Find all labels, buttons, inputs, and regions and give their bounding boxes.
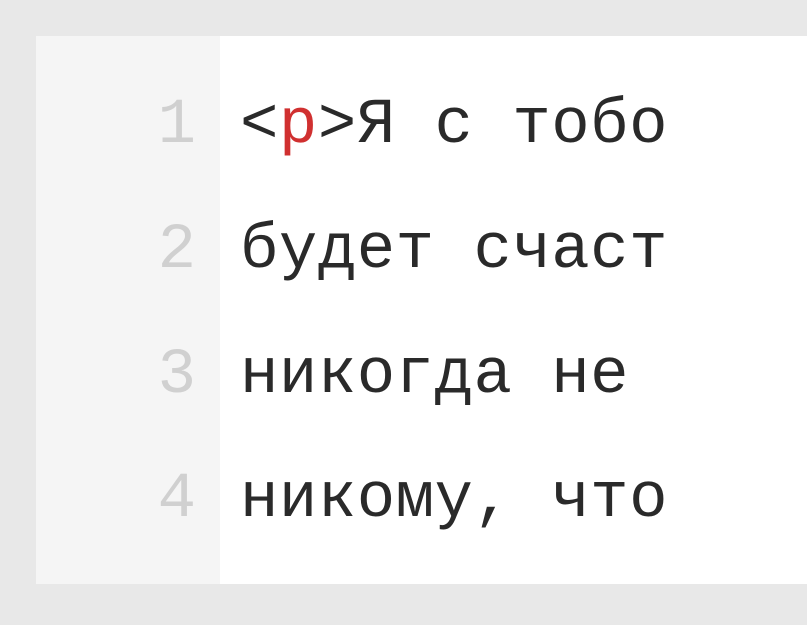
code-text: никому, что: [240, 464, 668, 536]
line-number: 1: [36, 64, 220, 189]
line-number: 2: [36, 189, 220, 314]
code-editor: 1 2 3 4 <p>Я с тобо будет счаст никогда …: [36, 36, 807, 584]
code-text: никогда не: [240, 340, 629, 412]
code-text: будет счаст: [240, 215, 668, 287]
tag-close-bracket: >: [318, 90, 357, 162]
tag-name: p: [279, 90, 318, 162]
code-content-area[interactable]: <p>Я с тобо будет счаст никогда не ником…: [220, 36, 807, 584]
code-line: никогда не: [240, 314, 807, 439]
line-number: 4: [36, 438, 220, 563]
line-number: 3: [36, 314, 220, 439]
code-line: никому, что: [240, 438, 807, 563]
tag-open-bracket: <: [240, 90, 279, 162]
code-line: <p>Я с тобо: [240, 64, 807, 189]
code-line: будет счаст: [240, 189, 807, 314]
line-number-gutter: 1 2 3 4: [36, 36, 220, 584]
code-text: Я с тобо: [357, 90, 668, 162]
